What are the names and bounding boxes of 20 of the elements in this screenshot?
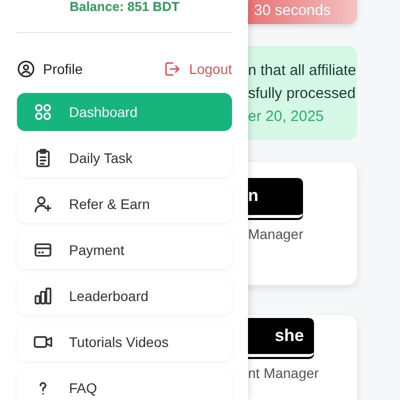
logout-icon: [163, 60, 182, 78]
menu-item[interactable]: FAQ: [17, 369, 232, 400]
manager-role: Manager: [247, 226, 304, 242]
bar-chart-icon: [33, 286, 53, 306]
menu-item[interactable]: Daily Task: [17, 139, 232, 177]
logout-link[interactable]: Logout: [163, 60, 232, 78]
menu-item[interactable]: Tutorials Videos: [17, 323, 232, 361]
menu-item[interactable]: Leaderboard: [17, 277, 232, 315]
profile-link[interactable]: Profile: [17, 60, 83, 78]
notice-date: er 20, 2025: [248, 108, 325, 124]
add-user-icon: [33, 194, 53, 214]
notice-text: n that all affiliate: [248, 62, 357, 78]
timer-text: 30 seconds: [254, 2, 331, 18]
profile-icon: [17, 60, 35, 78]
menu-item[interactable]: Refer & Earn: [17, 185, 232, 223]
balance-text: Balance: 851 BDT: [68, 0, 180, 14]
manager-role: nt Manager: [247, 365, 319, 381]
grid-icon: [33, 102, 53, 122]
menu-item[interactable]: Payment: [17, 231, 232, 269]
notice-text: sfully processed: [248, 84, 357, 102]
